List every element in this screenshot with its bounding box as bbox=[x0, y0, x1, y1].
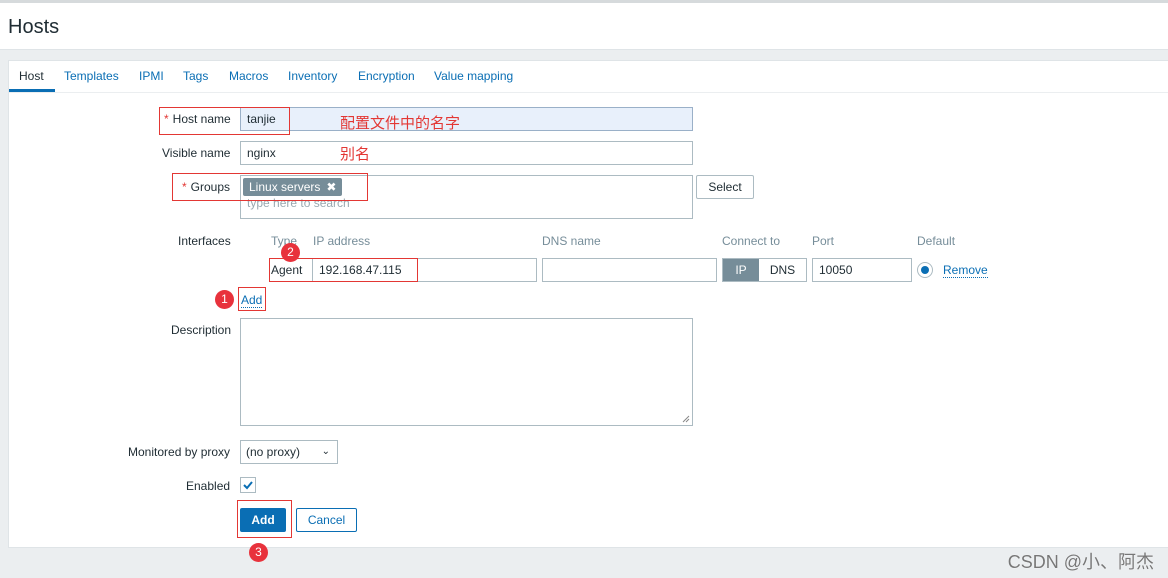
remove-interface-link[interactable]: Remove bbox=[943, 263, 988, 278]
visible-name-input[interactable] bbox=[240, 141, 693, 165]
chevron-down-icon: ⌄ bbox=[321, 446, 330, 457]
proxy-select[interactable]: (no proxy) ⌄ bbox=[240, 440, 338, 464]
add-button-highlight-box bbox=[237, 500, 292, 538]
tab-host[interactable]: Host bbox=[19, 69, 44, 83]
add-interface-highlight-box bbox=[238, 287, 266, 311]
host-name-annotation: 配置文件中的名字 bbox=[340, 115, 461, 132]
interface-port-input[interactable] bbox=[812, 258, 912, 282]
groups-highlight-box bbox=[172, 173, 368, 201]
active-tab-indicator bbox=[9, 89, 55, 92]
connect-to-toggle: IP DNS bbox=[722, 258, 807, 282]
interfaces-label: Interfaces bbox=[178, 234, 231, 248]
annotation-badge-3: 3 bbox=[249, 543, 268, 562]
enabled-label: Enabled bbox=[186, 479, 231, 493]
checkmark-icon bbox=[243, 481, 253, 490]
annotation-badge-2: 2 bbox=[281, 243, 300, 262]
tab-macros[interactable]: Macros bbox=[229, 69, 268, 83]
default-interface-radio[interactable] bbox=[917, 262, 933, 278]
connect-ip-option[interactable]: IP bbox=[723, 259, 759, 281]
col-default: Default bbox=[917, 234, 956, 248]
page-title: Hosts bbox=[8, 16, 60, 38]
col-dns-name: DNS name bbox=[542, 234, 601, 248]
tab-ipmi[interactable]: IPMI bbox=[139, 69, 164, 83]
col-port: Port bbox=[812, 234, 835, 248]
connect-dns-option[interactable]: DNS bbox=[759, 259, 806, 281]
enabled-checkbox[interactable] bbox=[240, 477, 256, 493]
tab-templates[interactable]: Templates bbox=[64, 69, 119, 83]
cancel-button[interactable]: Cancel bbox=[296, 508, 357, 532]
proxy-label: Monitored by proxy bbox=[128, 445, 231, 459]
tab-tags[interactable]: Tags bbox=[183, 69, 208, 83]
tab-encryption[interactable]: Encryption bbox=[358, 69, 415, 83]
host-name-input[interactable] bbox=[240, 107, 693, 131]
visible-name-annotation: 别名 bbox=[340, 146, 371, 163]
groups-select-button[interactable]: Select bbox=[696, 175, 754, 199]
resize-handle-icon[interactable] bbox=[682, 415, 690, 423]
col-ip-address: IP address bbox=[313, 234, 371, 248]
interface-dns-input[interactable] bbox=[542, 258, 717, 282]
tab-bar: Host Templates IPMI Tags Macros Inventor… bbox=[9, 61, 1168, 93]
watermark: CSDN @小、阿杰 bbox=[1007, 552, 1154, 572]
description-textarea[interactable] bbox=[240, 318, 693, 426]
description-label: Description bbox=[171, 323, 232, 337]
tab-inventory[interactable]: Inventory bbox=[288, 69, 337, 83]
tab-value-mapping[interactable]: Value mapping bbox=[434, 69, 513, 83]
page-header: Hosts bbox=[0, 0, 1168, 50]
visible-name-label: Visible name bbox=[162, 146, 231, 160]
annotation-badge-1: 1 bbox=[215, 290, 234, 309]
host-name-highlight-box bbox=[159, 107, 290, 135]
col-connect-to: Connect to bbox=[722, 234, 781, 248]
